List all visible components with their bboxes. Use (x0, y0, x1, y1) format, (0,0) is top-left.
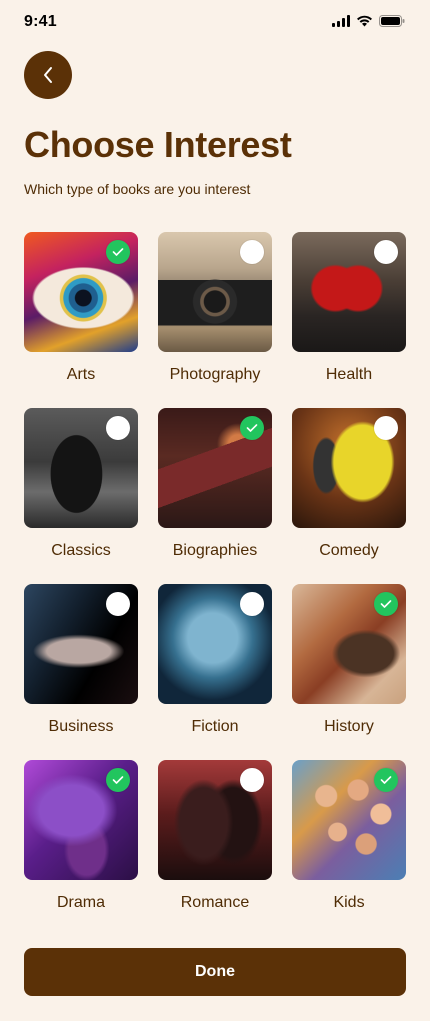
status-icons (332, 15, 405, 27)
status-bar: 9:41 (0, 0, 430, 46)
interest-card-photography[interactable]: Photography (158, 232, 272, 383)
selection-check-icon[interactable] (374, 592, 398, 616)
interest-grid: Arts Photography Health Classics Biograp… (24, 232, 406, 911)
chevron-left-icon (42, 66, 54, 84)
battery-icon (379, 15, 405, 27)
interest-label: Drama (56, 894, 105, 911)
selection-check-icon[interactable] (106, 768, 130, 792)
interest-label: Fiction (191, 718, 239, 735)
selection-check-icon[interactable] (106, 592, 130, 616)
status-time: 9:41 (24, 13, 57, 30)
selection-check-icon[interactable] (374, 416, 398, 440)
selection-check-icon[interactable] (374, 768, 398, 792)
interest-card-fiction[interactable]: Fiction (158, 584, 272, 735)
interest-label: Kids (333, 894, 365, 911)
interest-label: Photography (169, 366, 261, 383)
interest-label: History (324, 718, 374, 735)
interest-label: Romance (180, 894, 250, 911)
interest-card-arts[interactable]: Arts (24, 232, 138, 383)
interest-label: Classics (51, 542, 111, 559)
selection-check-icon[interactable] (240, 416, 264, 440)
selection-check-icon[interactable] (106, 416, 130, 440)
interest-card-health[interactable]: Health (292, 232, 406, 383)
interest-card-romance[interactable]: Romance (158, 760, 272, 911)
selection-check-icon[interactable] (240, 240, 264, 264)
wifi-icon (356, 15, 373, 27)
interest-card-kids[interactable]: Kids (292, 760, 406, 911)
interest-card-classics[interactable]: Classics (24, 408, 138, 559)
interest-card-business[interactable]: Business (24, 584, 138, 735)
selection-check-icon[interactable] (240, 592, 264, 616)
selection-check-icon[interactable] (106, 240, 130, 264)
interest-label: Health (325, 366, 373, 383)
selection-check-icon[interactable] (240, 768, 264, 792)
interest-label: Arts (66, 366, 96, 383)
interest-card-history[interactable]: History (292, 584, 406, 735)
back-button[interactable] (24, 51, 72, 99)
interest-card-comedy[interactable]: Comedy (292, 408, 406, 559)
page-subtitle: Which type of books are you interest (24, 181, 251, 197)
interest-card-drama[interactable]: Drama (24, 760, 138, 911)
interest-card-biographies[interactable]: Biographies (158, 408, 272, 559)
interest-label: Comedy (319, 542, 379, 559)
signal-icon (332, 15, 350, 27)
page-title: Choose Interest (24, 124, 292, 165)
done-button[interactable]: Done (24, 948, 406, 996)
interest-label: Business (48, 718, 114, 735)
selection-check-icon[interactable] (374, 240, 398, 264)
interest-label: Biographies (172, 542, 258, 559)
